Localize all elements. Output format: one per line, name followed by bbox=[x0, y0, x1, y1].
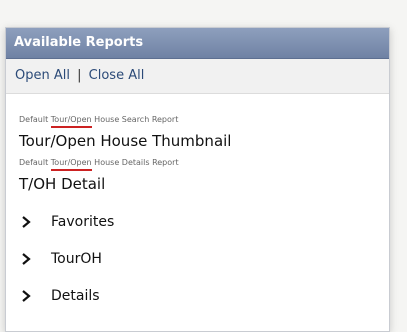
report-item: Default Tour/Open House Search Report To… bbox=[19, 115, 389, 150]
chevron-right-icon bbox=[21, 289, 33, 302]
caption-prefix: Default bbox=[19, 115, 49, 124]
group-label: TourOH bbox=[51, 250, 102, 267]
caption-suffix: House Details Report bbox=[94, 158, 179, 167]
caption-highlight: Tour/Open bbox=[50, 115, 92, 128]
close-all-link[interactable]: Close All bbox=[89, 68, 145, 83]
report-link-toh-detail[interactable]: T/OH Detail bbox=[19, 175, 389, 193]
caption-suffix: House Search Report bbox=[94, 115, 179, 124]
report-link-tour-open-house-thumbnail[interactable]: Tour/Open House Thumbnail bbox=[19, 132, 389, 150]
group-touroh[interactable]: TourOH bbox=[6, 240, 389, 277]
group-favorites[interactable]: Favorites bbox=[6, 203, 389, 240]
toolbar-separator: | bbox=[77, 68, 82, 83]
report-caption: Default Tour/Open House Details Report bbox=[19, 158, 389, 171]
group-label: Favorites bbox=[51, 213, 115, 230]
report-groups: Favorites TourOH Details bbox=[6, 203, 389, 314]
report-item: Default Tour/Open House Details Report T… bbox=[19, 158, 389, 193]
toolbar: Open All | Close All bbox=[6, 59, 389, 94]
caption-prefix: Default bbox=[19, 158, 49, 167]
available-reports-panel: Available Reports Open All | Close All D… bbox=[5, 27, 390, 332]
default-reports: Default Tour/Open House Search Report To… bbox=[6, 94, 389, 193]
report-caption: Default Tour/Open House Search Report bbox=[19, 115, 389, 128]
chevron-right-icon bbox=[21, 252, 33, 265]
panel-title: Available Reports bbox=[6, 28, 389, 59]
caption-highlight: Tour/Open bbox=[50, 158, 92, 171]
chevron-right-icon bbox=[21, 215, 33, 228]
open-all-link[interactable]: Open All bbox=[15, 68, 70, 83]
group-label: Details bbox=[51, 287, 100, 304]
group-details[interactable]: Details bbox=[6, 277, 389, 314]
